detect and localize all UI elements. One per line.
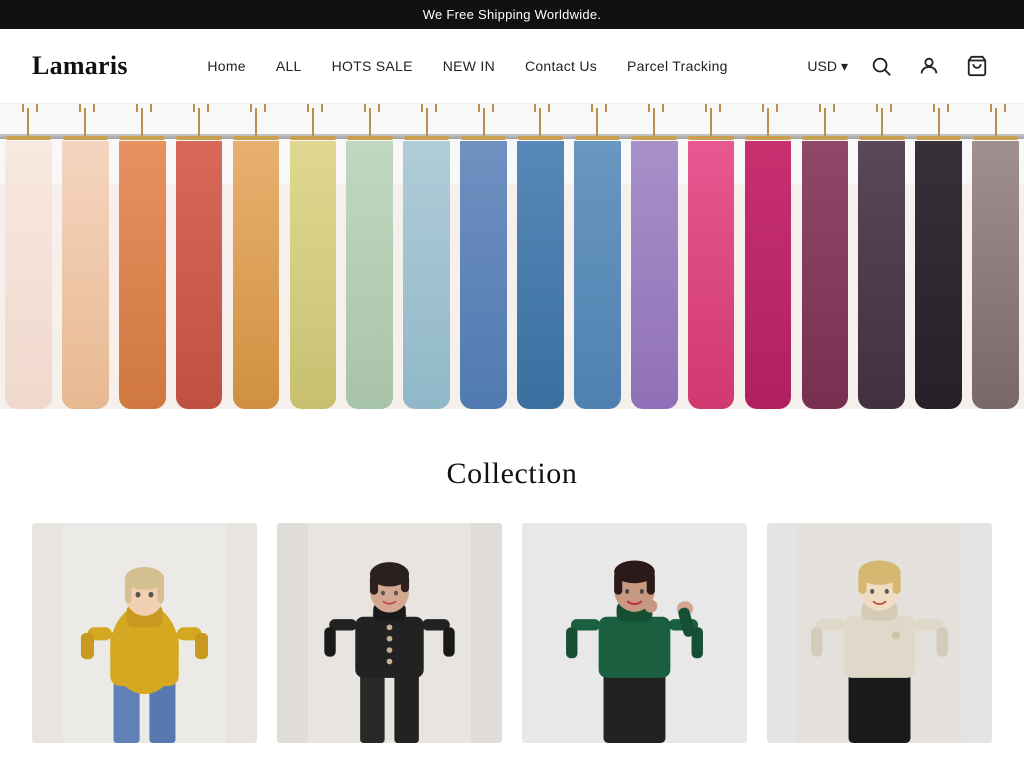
garment-16 — [853, 104, 910, 409]
garment-7 — [341, 104, 398, 409]
product-figure-3 — [522, 523, 747, 743]
garment-6 — [284, 104, 341, 409]
garment-2 — [57, 104, 114, 409]
collection-grid — [32, 523, 992, 743]
nav-home[interactable]: Home — [207, 58, 245, 74]
product-figure-4 — [767, 523, 992, 743]
garments-row — [0, 104, 1024, 409]
banner-text: We Free Shipping Worldwide. — [423, 7, 602, 22]
garment-3 — [114, 104, 171, 409]
collection-title: Collection — [32, 457, 992, 491]
product-image-4 — [767, 523, 992, 743]
currency-label: USD — [807, 58, 837, 74]
garment-18 — [967, 104, 1024, 409]
product-image-1 — [32, 523, 257, 743]
top-banner: We Free Shipping Worldwide. — [0, 0, 1024, 29]
product-card-2[interactable] — [277, 523, 502, 743]
garment-10 — [512, 104, 569, 409]
product-figure-1 — [32, 523, 257, 743]
garment-12 — [626, 104, 683, 409]
nav-hots-sale[interactable]: HOTS SALE — [332, 58, 413, 74]
garment-15 — [796, 104, 853, 409]
garment-4 — [171, 104, 228, 409]
product-card-4[interactable] — [767, 523, 992, 743]
nav-contact-us[interactable]: Contact Us — [525, 58, 597, 74]
product-image-3 — [522, 523, 747, 743]
search-button[interactable] — [866, 51, 896, 81]
cart-button[interactable] — [962, 51, 992, 81]
hero-banner — [0, 104, 1024, 409]
garment-11 — [569, 104, 626, 409]
nav-new-in[interactable]: NEW IN — [443, 58, 495, 74]
cart-icon — [966, 55, 988, 77]
garment-8 — [398, 104, 455, 409]
currency-arrow: ▾ — [841, 58, 848, 75]
collection-section: Collection — [0, 409, 1024, 775]
product-card-1[interactable] — [32, 523, 257, 743]
garment-1 — [0, 104, 57, 409]
garment-14 — [740, 104, 797, 409]
product-figure-2 — [277, 523, 502, 743]
header-icons: USD ▾ — [807, 51, 992, 81]
product-image-2 — [277, 523, 502, 743]
nav-parcel-tracking[interactable]: Parcel Tracking — [627, 58, 728, 74]
user-icon — [918, 55, 940, 77]
logo[interactable]: Lamaris — [32, 51, 128, 81]
account-button[interactable] — [914, 51, 944, 81]
header: Lamaris Home ALL HOTS SALE NEW IN Contac… — [0, 29, 1024, 104]
product-card-3[interactable] — [522, 523, 747, 743]
garment-9 — [455, 104, 512, 409]
main-nav: Home ALL HOTS SALE NEW IN Contact Us Par… — [207, 58, 727, 74]
garment-17 — [910, 104, 967, 409]
nav-all[interactable]: ALL — [276, 58, 302, 74]
garment-13 — [683, 104, 740, 409]
garment-5 — [228, 104, 285, 409]
currency-selector[interactable]: USD ▾ — [807, 58, 848, 75]
search-icon — [870, 55, 892, 77]
